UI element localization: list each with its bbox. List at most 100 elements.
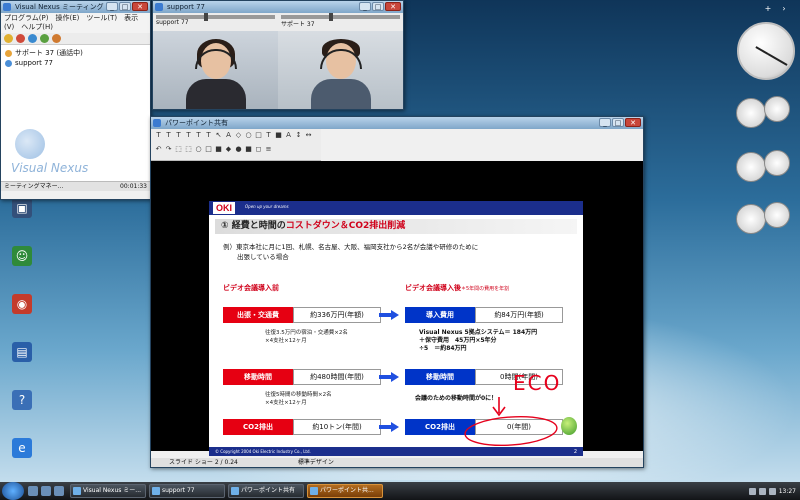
cpu-meter-gadget-2[interactable]	[736, 150, 794, 184]
drawing-tool-icon[interactable]: A	[284, 131, 293, 140]
drawing-tool-icon[interactable]: T	[194, 131, 203, 140]
taskbar-item-ppt-share-active[interactable]: パワーポイント共...	[307, 484, 383, 498]
desktop-icon-4[interactable]: ▤	[2, 342, 42, 390]
maximize-button[interactable]: □	[612, 118, 624, 127]
next-gadget-icon[interactable]: ›	[778, 4, 790, 14]
co2-value: 約10トン(年間)	[293, 419, 381, 435]
drawing-tool-icon[interactable]: ↶	[154, 145, 163, 154]
minimize-button[interactable]: _	[359, 2, 371, 11]
contact-item[interactable]: サポート 37 (通話中)	[5, 48, 146, 58]
network-icon[interactable]	[748, 487, 756, 495]
before-row-time: 移動時間 約480時間(年間)	[223, 369, 381, 385]
taskbar-item-visual-nexus[interactable]: Visual Nexus ミー...	[70, 484, 146, 498]
window-controls: _ □ ✕	[106, 2, 148, 11]
show-desktop-icon[interactable]	[28, 486, 38, 496]
drawing-tool-icon[interactable]: □	[204, 145, 213, 154]
status-icon[interactable]	[4, 34, 13, 43]
vn-titlebar[interactable]: Visual Nexus ミーティング _ □ ✕	[1, 1, 150, 13]
meter-dial-icon	[736, 204, 766, 234]
language-icon[interactable]	[768, 487, 776, 495]
cpu-meter-gadget-3[interactable]	[736, 202, 794, 236]
drawing-tool-icon[interactable]: ↕	[294, 131, 303, 140]
drawing-tool-icon[interactable]: ◻	[254, 145, 263, 154]
drawing-tool-icon[interactable]: T	[264, 131, 273, 140]
minimize-button[interactable]: _	[106, 2, 118, 11]
volume-icon[interactable]	[758, 487, 766, 495]
contact-item[interactable]: support 77	[5, 58, 146, 68]
volume-controls: support 77 サポート 37	[153, 13, 403, 31]
before-heading: ビデオ会議導入前	[223, 284, 279, 292]
minimize-button[interactable]: _	[599, 118, 611, 127]
desktop-icon-5[interactable]: ?	[2, 390, 42, 438]
maximize-button[interactable]: □	[372, 2, 384, 11]
close-button[interactable]: ✕	[385, 2, 401, 11]
before-row-co2: CO2排出 約10トン(年間)	[223, 419, 381, 435]
taskbar-item-ppt-share[interactable]: パワーポイント共有	[228, 484, 304, 498]
clock-gadget[interactable]	[737, 22, 795, 80]
left-volume: support 77	[153, 13, 278, 31]
record-icon[interactable]	[16, 34, 25, 43]
vn-menubar[interactable]: プログラム(P) 操作(E) ツール(T) 表示(V) ヘルプ(H)	[1, 13, 150, 33]
sidebar-controls: + ›	[762, 4, 790, 14]
drawing-tool-icon[interactable]: ◆	[224, 145, 233, 154]
drawing-tool-icon[interactable]: ↔	[304, 131, 313, 140]
close-button[interactable]: ✕	[625, 118, 641, 127]
title-number: ①	[221, 221, 229, 231]
drawing-tool-icon[interactable]: A	[224, 131, 233, 140]
drawing-tool-icon[interactable]: ○	[194, 145, 203, 154]
cpu-meter-gadget-1[interactable]	[736, 96, 794, 130]
drawing-tool-icon[interactable]: T	[154, 131, 163, 140]
start-button[interactable]	[2, 482, 24, 500]
browser-icon[interactable]	[54, 486, 64, 496]
drawing-tool-icon[interactable]: □	[254, 131, 263, 140]
drawing-tool-icon[interactable]: ●	[234, 145, 243, 154]
cost-note: 往復3.5万円の宿泊・交通費×2名 ×4支社×12ヶ月	[265, 329, 348, 345]
contact-tree: サポート 37 (通話中) support 77 Visual Nexus	[1, 45, 150, 181]
drawing-tool-icon[interactable]: T	[204, 131, 213, 140]
drawing-tool-icon[interactable]: T	[184, 131, 193, 140]
drawing-tool-icon[interactable]: ■	[214, 145, 223, 154]
visual-nexus-window: Visual Nexus ミーティング _ □ ✕ プログラム(P) 操作(E)…	[0, 0, 151, 200]
cost-value: 約84万円(年額)	[475, 307, 563, 323]
ppt-statusbar: スライド ショー 2 / 0.24 標準デザイン	[151, 458, 643, 467]
drawing-tool-icon[interactable]: ■	[244, 145, 253, 154]
desktop-icon-3[interactable]: ◉	[2, 294, 42, 342]
before-row-cost: 出張・交通費 約336万円(年額)	[223, 307, 381, 323]
taskbar-item-support[interactable]: support 77	[149, 484, 225, 498]
call-icon[interactable]	[28, 34, 37, 43]
ppt-titlebar[interactable]: パワーポイント共有 _ □ ✕	[151, 117, 643, 129]
volume-slider[interactable]	[156, 13, 275, 21]
video-feed-right[interactable]	[278, 31, 403, 109]
internet-explorer-icon: e	[12, 438, 32, 458]
video-feed-left[interactable]	[153, 31, 278, 109]
drawing-tool-icon[interactable]: ⬚	[174, 145, 183, 154]
maximize-button[interactable]: □	[119, 2, 131, 11]
share-icon[interactable]	[52, 34, 61, 43]
arrow-icon	[379, 310, 399, 320]
drawing-tool-icon[interactable]: ○	[244, 131, 253, 140]
oki-logo: OKI	[213, 202, 236, 214]
note-line: Visual Nexus 5拠点システム＝ 184万円	[419, 329, 538, 336]
video-titlebar[interactable]: support 77 _ □ ✕	[153, 1, 403, 13]
tray-clock[interactable]: 13:27	[779, 488, 796, 495]
desktop-icon-6[interactable]: e	[2, 438, 42, 486]
switch-windows-icon[interactable]	[41, 486, 51, 496]
volume-slider[interactable]	[281, 13, 400, 21]
drawing-tool-icon[interactable]: ■	[274, 131, 283, 140]
drawing-tool-icon[interactable]: ⬚	[184, 145, 193, 154]
desktop-icon-1[interactable]: ▣	[2, 198, 42, 246]
chat-icon[interactable]	[40, 34, 49, 43]
vn-toolbar	[1, 33, 150, 45]
time-value: 約480時間(年間)	[293, 369, 381, 385]
close-button[interactable]: ✕	[132, 2, 148, 11]
drawing-tool-icon[interactable]: T	[174, 131, 183, 140]
desktop-icon-2[interactable]: ☺	[2, 246, 42, 294]
powerpoint-share-window: パワーポイント共有 _ □ ✕ T T T T T T ↖ A ◇ ○ □ T ■ A ↕ ↔ ↶ ↷ ⬚ ⬚ ○ □ ■ ◆…	[150, 116, 644, 468]
drawing-tool-icon[interactable]: T	[164, 131, 173, 140]
add-gadget-icon[interactable]: +	[762, 4, 774, 14]
drawing-tool-icon[interactable]: ↖	[214, 131, 223, 140]
drawing-tool-icon[interactable]: ≡	[264, 145, 273, 154]
participant-image	[310, 39, 371, 109]
drawing-tool-icon[interactable]: ↷	[164, 145, 173, 154]
drawing-tool-icon[interactable]: ◇	[234, 131, 243, 140]
